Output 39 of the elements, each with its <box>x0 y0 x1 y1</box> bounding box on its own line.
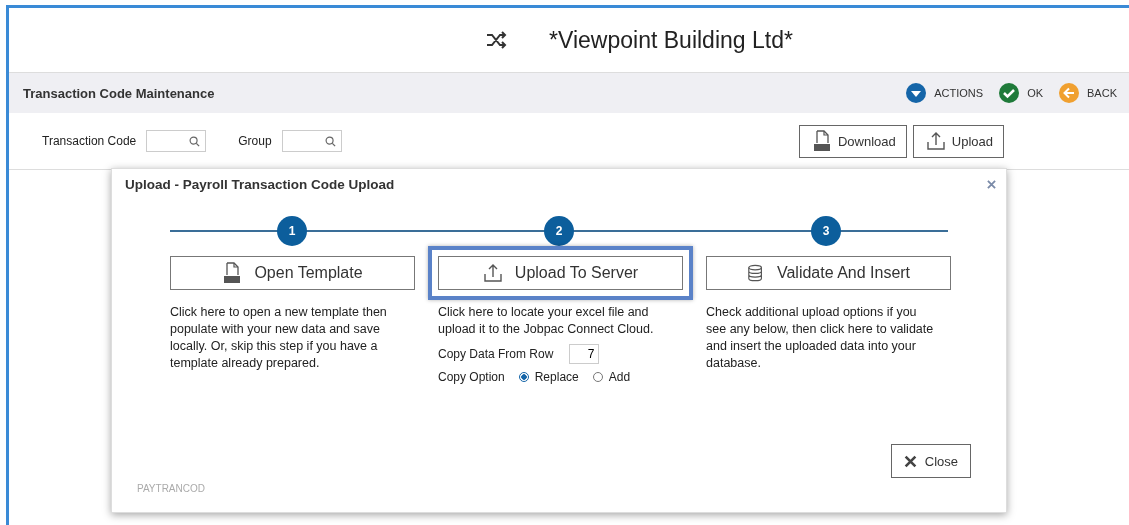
search-icon <box>189 135 201 147</box>
check-icon <box>999 83 1020 103</box>
filter-label: Group <box>238 134 272 148</box>
upload-icon <box>925 131 946 151</box>
filter-label: Transaction Code <box>42 134 137 148</box>
download-button[interactable]: Download <box>798 124 907 158</box>
field-label: Copy Data From Row <box>438 347 554 361</box>
dialog-title: Upload - Payroll Transaction Code Upload <box>125 177 395 192</box>
step-number: 3 <box>811 216 841 246</box>
step-number: 2 <box>544 216 574 246</box>
field-label: Copy Option <box>438 370 505 384</box>
step-description: Click here to open a new template then populate with your new data and save locally. Or, skip this step if you have a template already prepared. <box>170 304 388 372</box>
step-button[interactable]: Upload To Server <box>438 256 683 290</box>
step-button[interactable]: Validate And Insert <box>706 256 951 290</box>
search-field[interactable] <box>281 130 342 152</box>
search-icon <box>324 135 336 147</box>
step-description: Click here to locate your excel file and upload it to the Jobpac Connect Cloud. <box>438 304 655 338</box>
screen-code: PAYTRANCOD <box>137 483 205 494</box>
row-input[interactable]: 7 <box>569 344 600 364</box>
toolbar-action[interactable]: BACK <box>1059 83 1117 103</box>
step-button[interactable]: Open Template <box>170 256 415 290</box>
upload-button[interactable]: Upload <box>912 124 1004 158</box>
xls-file-icon <box>222 262 243 284</box>
xls-file-icon <box>811 130 832 152</box>
close-icon[interactable] <box>987 180 996 189</box>
page-title: Transaction Code Maintenance <box>23 85 215 101</box>
database-icon <box>746 264 765 282</box>
radio-option[interactable]: Add <box>592 370 631 384</box>
window-title: *Viewpoint Building Ltd* <box>549 26 793 54</box>
toolbar-action[interactable]: OK <box>999 83 1044 103</box>
dropdown-icon <box>906 83 927 103</box>
toolbar-action[interactable]: ACTIONS <box>906 83 984 103</box>
close-button[interactable]: Close <box>890 444 971 478</box>
search-field[interactable] <box>146 130 207 152</box>
upload-icon <box>482 263 503 283</box>
step-description: Check additional upload options if you see any below, then click here to validate and insert the uploaded data into your database. <box>706 304 935 372</box>
close-icon <box>903 454 917 468</box>
step-number: 1 <box>277 216 307 246</box>
radio-option[interactable]: Replace <box>518 370 579 384</box>
